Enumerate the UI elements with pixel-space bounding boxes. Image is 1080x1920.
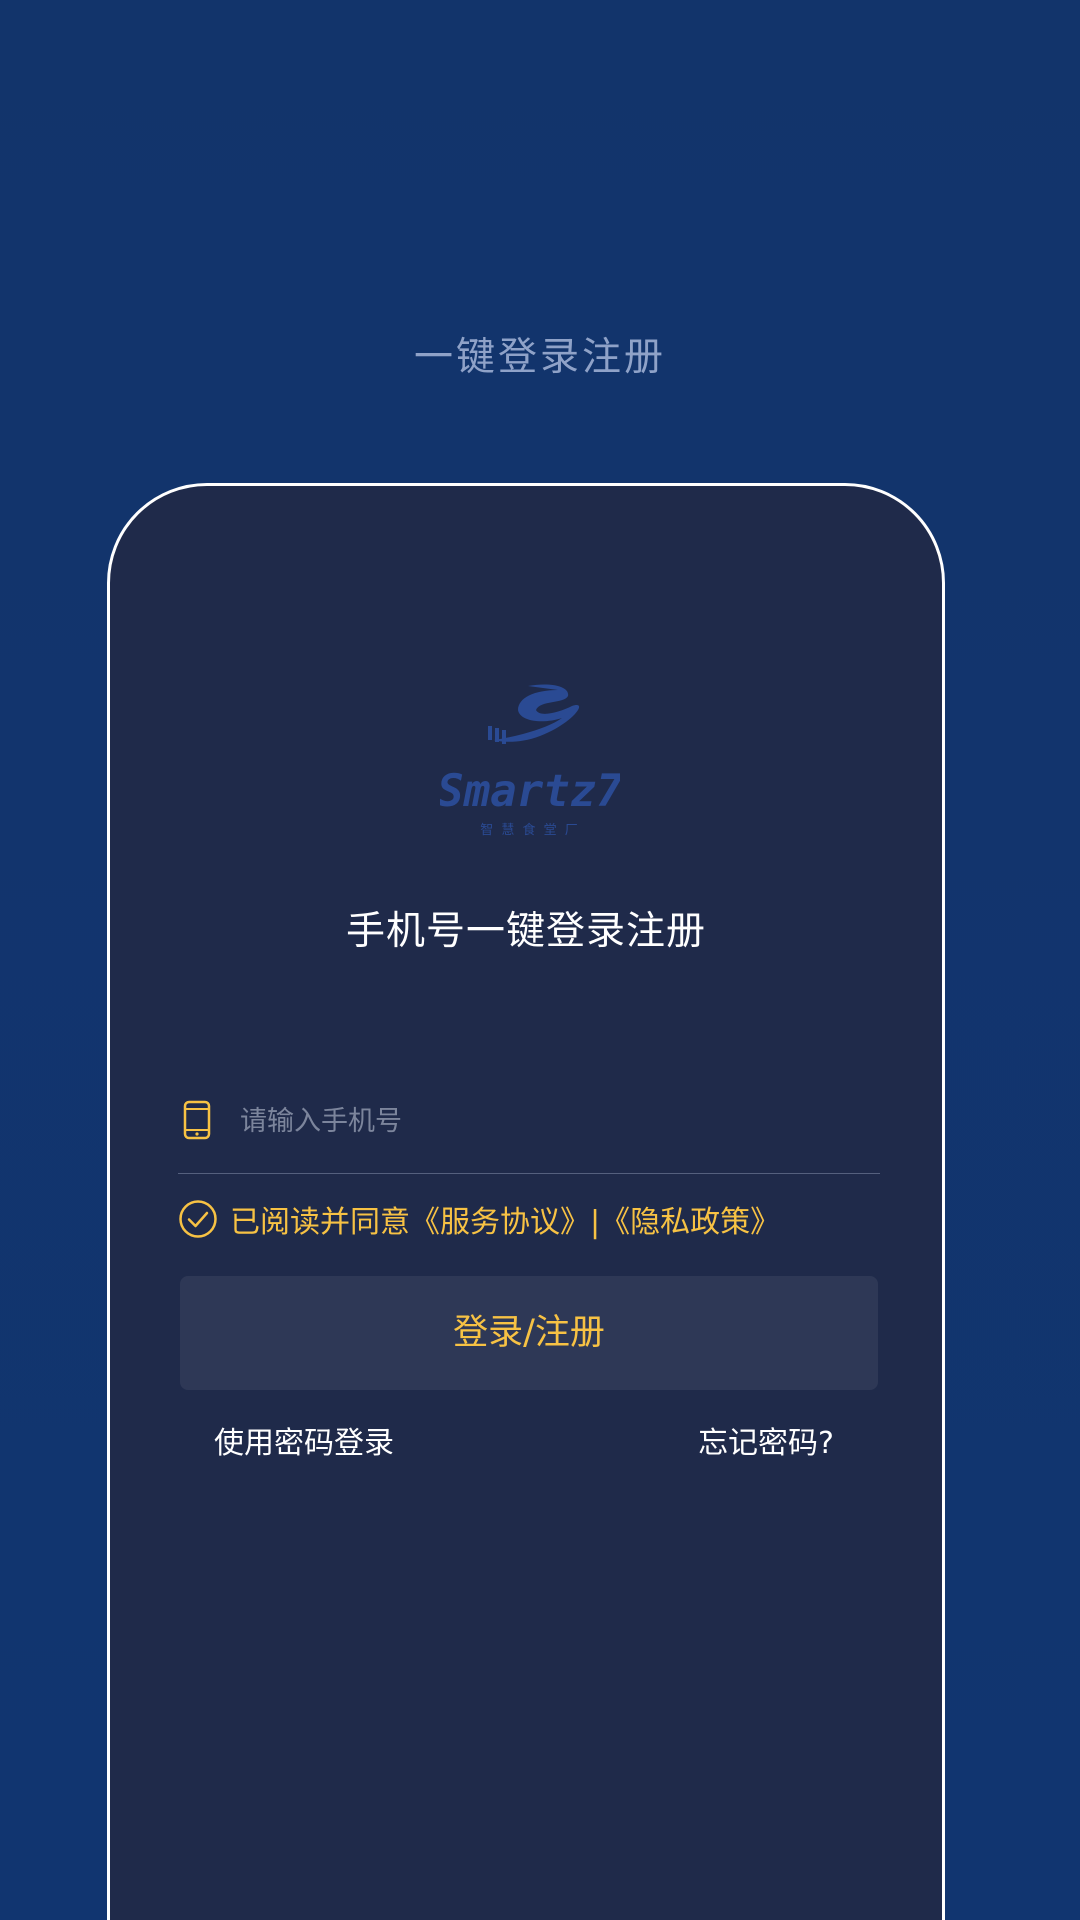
privacy-policy-link[interactable]: 《隐私政策》 (600, 1205, 780, 1240)
check-circle-icon[interactable] (178, 1199, 218, 1239)
page-title: 一键登录注册 (413, 335, 666, 380)
forgot-password-link[interactable]: 忘记密码? (698, 1418, 834, 1462)
agreement-prefix: 已阅读并同意 (230, 1205, 410, 1240)
agreement-text: 已阅读并同意《服务协议》|《隐私政策》 (230, 1197, 780, 1241)
logo-subtext: 智 慧 食 堂 厂 (480, 822, 580, 838)
smartphone-icon (183, 1100, 211, 1140)
login-register-button[interactable]: 登录/注册 (180, 1276, 878, 1390)
app-logo: Smartz7 智 慧 食 堂 厂 (440, 684, 620, 838)
agreement-row: 已阅读并同意《服务协议》|《隐私政策》 (178, 1196, 780, 1242)
phone-input[interactable] (240, 1098, 860, 1144)
card-title: 手机号一键登录注册 (345, 909, 706, 954)
agreement-separator: | (590, 1205, 601, 1240)
login-page: 一键登录注册 Smartz7 智 慧 食 堂 厂 手机号一键登录注册 请输入手机… (0, 0, 1080, 1920)
logo-wordmark: Smartz7 (440, 766, 620, 817)
bottom-links: 使用密码登录 忘记密码? (214, 1418, 834, 1464)
phone-field-row (178, 1098, 880, 1174)
login-card: Smartz7 智 慧 食 堂 厂 手机号一键登录注册 已阅读并同意《服务协议》… (107, 483, 945, 1920)
service-agreement-link[interactable]: 《服务协议》 (410, 1205, 590, 1240)
password-login-link[interactable]: 使用密码登录 (214, 1418, 394, 1462)
